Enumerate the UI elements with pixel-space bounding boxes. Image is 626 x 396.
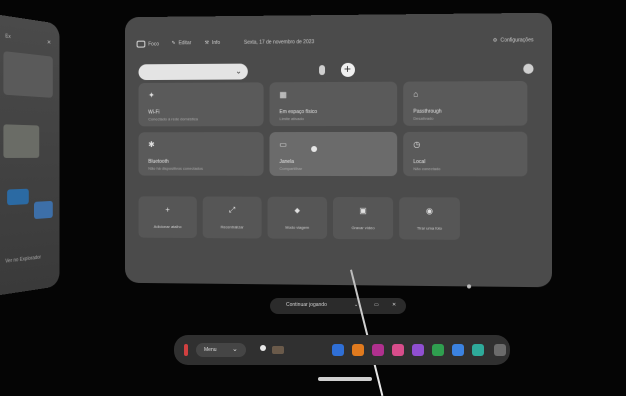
app-violet-icon[interactable] <box>412 344 424 356</box>
meta-icon[interactable] <box>184 344 188 356</box>
tile-subtitle: Não conectado <box>413 166 441 172</box>
tile-title: Bluetooth <box>148 158 169 165</box>
panel-move-handle[interactable] <box>467 284 472 289</box>
tile-title: Passthrough <box>413 108 442 115</box>
tile-subtitle: Limite ativado <box>279 116 304 122</box>
avatar[interactable] <box>523 63 534 74</box>
app-teal-icon[interactable] <box>472 344 484 356</box>
tile-subtitle: Conectado à rede doméstica <box>148 116 198 122</box>
tile-subtitle: Não há dispositivos conectados <box>148 165 203 171</box>
app-orange-icon[interactable] <box>352 344 364 356</box>
action-label: Gravar vídeo <box>351 225 375 231</box>
tile-window[interactable]: ▭ Janela Compartilhar <box>269 131 398 177</box>
app-green-icon[interactable] <box>432 344 444 356</box>
app-pink-icon[interactable] <box>392 344 404 356</box>
tile-wifi[interactable]: ✦ Wi-Fi Conectado à rede doméstica <box>138 82 264 127</box>
settings-button[interactable]: ⚙ Configurações <box>493 37 534 43</box>
tile-subtitle: Compartilhar <box>279 165 303 171</box>
chevron-down-icon: ⌄ <box>232 346 238 353</box>
boundary-icon: ▦ <box>279 90 287 100</box>
left-panel-thumb[interactable] <box>34 200 53 220</box>
gear-icon: ⚙ <box>492 37 498 44</box>
pen-icon: ✎ <box>171 40 176 47</box>
action-label: Adicionar atalho <box>153 223 182 230</box>
app-magenta-icon[interactable] <box>372 344 384 356</box>
action-take-photo[interactable]: ◉ Tirar uma foto <box>399 197 460 240</box>
tile-title: Local <box>413 159 426 166</box>
tile-boundary[interactable]: ▦ Em espaço físico Limite ativado <box>269 81 398 127</box>
status-dot-icon <box>311 146 318 152</box>
action-travel-mode[interactable]: ⬥ Modo viagem <box>267 196 328 239</box>
universal-menu-dock: Menu ⌄ <box>174 335 510 365</box>
date-label: Sexta, 17 de novembro de 2023 <box>243 39 315 46</box>
tile-title: Wi-Fi <box>148 109 160 116</box>
wifi-icon: ✦ <box>148 90 155 100</box>
action-label: Tirar uma foto <box>416 225 442 231</box>
left-panel-title: Ex <box>5 33 11 41</box>
left-panel-thumb[interactable] <box>7 188 29 206</box>
wrench-icon: ⚒ <box>204 40 210 47</box>
left-panel-card[interactable] <box>3 51 53 98</box>
action-add-shortcut[interactable]: + Adicionar atalho <box>138 196 197 239</box>
left-panel-footer[interactable]: Ver no Explorador <box>5 255 41 265</box>
travel-icon: ⬥ <box>294 205 300 215</box>
quick-settings-topbar: Foco ✎ Editar ⚒ Info Sexta, 17 de novemb… <box>136 37 540 52</box>
resize-icon[interactable]: ▭ <box>374 302 379 308</box>
notification-icon[interactable] <box>260 345 266 351</box>
action-label: Modo viagem <box>285 224 310 230</box>
mini-bar-label[interactable]: Continuar jogando <box>286 302 327 308</box>
app-blue-icon[interactable] <box>332 344 344 356</box>
recenter-icon: ⤢ <box>228 205 236 215</box>
tile-passthrough[interactable]: ⌂ Passthrough Desativado <box>403 80 528 126</box>
app-library-icon[interactable] <box>494 344 506 356</box>
bluetooth-icon: ✱ <box>148 140 155 150</box>
tile-bluetooth[interactable]: ✱ Bluetooth Não há dispositivos conectad… <box>138 132 264 176</box>
search-input[interactable]: ⌄ <box>138 63 248 81</box>
left-panel-thumb[interactable] <box>3 124 40 158</box>
tile-title: Janela <box>279 158 294 165</box>
close-icon[interactable]: ✕ <box>47 39 51 46</box>
toggle-icon <box>136 40 146 48</box>
action-record-video[interactable]: ▣ Gravar vídeo <box>333 196 394 240</box>
plus-icon: + <box>343 61 351 76</box>
app-blue2-icon[interactable] <box>452 344 464 356</box>
window-thumb-icon[interactable] <box>272 346 284 354</box>
record-icon: ▣ <box>359 206 367 216</box>
topbar-item-focus[interactable]: Foco <box>136 40 159 48</box>
tile-subtitle: Desativado <box>413 115 434 121</box>
topbar-item-info[interactable]: ⚒ Info <box>205 40 220 46</box>
passthrough-icon: ⌂ <box>413 89 419 99</box>
tile-location[interactable]: ◷ Local Não conectado <box>403 131 528 177</box>
window-mini-bar: Continuar jogando ⌄ ▭ ✕ <box>270 298 406 314</box>
left-app-panel[interactable]: Ex ✕ Ver no Explorador <box>0 14 60 296</box>
add-button[interactable]: + <box>340 61 355 77</box>
window-icon: ▭ <box>279 140 287 150</box>
topbar-item-edit[interactable]: ✎ Editar <box>172 40 192 46</box>
location-icon: ◷ <box>413 139 421 149</box>
camera-icon: ◉ <box>425 206 433 216</box>
quick-menu-button[interactable]: Menu ⌄ <box>196 343 246 357</box>
plus-icon: + <box>165 205 170 215</box>
tile-title: Em espaço físico <box>279 109 318 116</box>
action-recenter[interactable]: ⤢ Recentralizar <box>202 196 262 239</box>
close-icon[interactable]: ✕ <box>392 302 396 308</box>
home-indicator <box>318 377 372 381</box>
action-label: Recentralizar <box>220 224 244 230</box>
microphone-icon[interactable] <box>319 65 326 76</box>
chevron-down-icon: ⌄ <box>235 66 242 76</box>
quick-settings-panel: Foco ✎ Editar ⚒ Info Sexta, 17 de novemb… <box>125 12 553 289</box>
